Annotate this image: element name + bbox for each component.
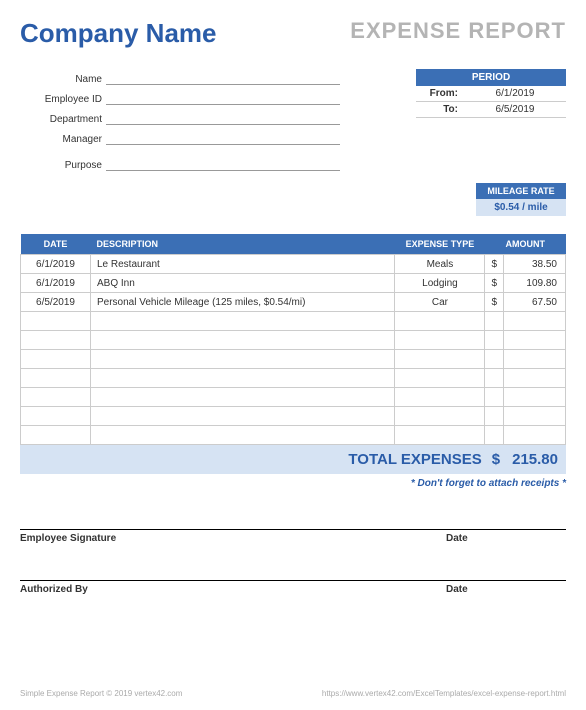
cell-type[interactable] (395, 350, 485, 369)
cell-description[interactable] (91, 426, 395, 445)
cell-amount[interactable] (504, 426, 566, 445)
cell-type[interactable]: Lodging (395, 274, 485, 293)
department-field[interactable] (106, 111, 340, 125)
cell-description[interactable] (91, 369, 395, 388)
table-row (21, 312, 566, 331)
cell-type[interactable] (395, 426, 485, 445)
period-from-label: From: (416, 88, 464, 99)
cell-currency (485, 331, 504, 350)
report-title: EXPENSE REPORT (350, 18, 566, 44)
table-row: 6/1/2019ABQ InnLodging$109.80 (21, 274, 566, 293)
period-to-value: 6/5/2019 (464, 104, 566, 115)
cell-currency (485, 388, 504, 407)
cell-description[interactable] (91, 350, 395, 369)
total-currency: $ (492, 451, 500, 468)
period-from-value: 6/1/2019 (464, 88, 566, 99)
cell-description[interactable]: Personal Vehicle Mileage (125 miles, $0.… (91, 293, 395, 312)
cell-currency: $ (485, 293, 504, 312)
cell-date[interactable] (21, 312, 91, 331)
cell-currency (485, 426, 504, 445)
name-label: Name (20, 74, 106, 85)
cell-amount[interactable] (504, 369, 566, 388)
table-row (21, 407, 566, 426)
period-to-label: To: (416, 104, 464, 115)
table-row (21, 426, 566, 445)
authorized-date-label: Date (446, 584, 566, 595)
employee-id-field[interactable] (106, 91, 340, 105)
cell-type[interactable] (395, 331, 485, 350)
cell-currency (485, 312, 504, 331)
table-row (21, 350, 566, 369)
footer-url: https://www.vertex42.com/ExcelTemplates/… (322, 689, 566, 698)
table-row (21, 331, 566, 350)
period-header: PERIOD (416, 69, 566, 86)
table-row (21, 388, 566, 407)
employee-id-label: Employee ID (20, 94, 106, 105)
purpose-field[interactable] (106, 157, 340, 171)
col-date-header: DATE (21, 234, 91, 255)
cell-type[interactable] (395, 388, 485, 407)
department-label: Department (20, 114, 106, 125)
table-row: 6/5/2019Personal Vehicle Mileage (125 mi… (21, 293, 566, 312)
company-name: Company Name (20, 18, 217, 49)
cell-amount[interactable]: 67.50 (504, 293, 566, 312)
cell-date[interactable] (21, 369, 91, 388)
col-amount-header: AMOUNT (485, 234, 566, 255)
cell-date[interactable]: 6/1/2019 (21, 274, 91, 293)
authorized-by-label: Authorized By (20, 584, 446, 595)
total-label: TOTAL EXPENSES (348, 451, 481, 468)
table-row: 6/1/2019Le RestaurantMeals$38.50 (21, 255, 566, 274)
manager-field[interactable] (106, 131, 340, 145)
cell-amount[interactable]: 109.80 (504, 274, 566, 293)
mileage-header: MILEAGE RATE (476, 183, 566, 199)
manager-label: Manager (20, 134, 106, 145)
name-field[interactable] (106, 71, 340, 85)
total-amount: 215.80 (512, 451, 558, 468)
cell-currency (485, 369, 504, 388)
cell-description[interactable] (91, 312, 395, 331)
cell-date[interactable] (21, 407, 91, 426)
footer-copyright: Simple Expense Report © 2019 vertex42.co… (20, 689, 182, 698)
cell-currency (485, 350, 504, 369)
mileage-value: $0.54 / mile (476, 199, 566, 216)
cell-description[interactable]: Le Restaurant (91, 255, 395, 274)
cell-description[interactable] (91, 388, 395, 407)
cell-currency: $ (485, 274, 504, 293)
table-row (21, 369, 566, 388)
receipts-note: * Don't forget to attach receipts * (20, 478, 566, 489)
expense-table: DATE DESCRIPTION EXPENSE TYPE AMOUNT 6/1… (20, 234, 566, 445)
cell-type[interactable] (395, 312, 485, 331)
col-desc-header: DESCRIPTION (91, 234, 395, 255)
cell-date[interactable] (21, 331, 91, 350)
cell-type[interactable]: Meals (395, 255, 485, 274)
cell-currency: $ (485, 255, 504, 274)
cell-date[interactable] (21, 426, 91, 445)
cell-type[interactable] (395, 369, 485, 388)
cell-amount[interactable] (504, 312, 566, 331)
employee-signature-label: Employee Signature (20, 533, 446, 544)
cell-date[interactable]: 6/1/2019 (21, 255, 91, 274)
employee-signature-date-label: Date (446, 533, 566, 544)
cell-description[interactable]: ABQ Inn (91, 274, 395, 293)
cell-amount[interactable] (504, 331, 566, 350)
cell-amount[interactable] (504, 407, 566, 426)
cell-amount[interactable]: 38.50 (504, 255, 566, 274)
cell-description[interactable] (91, 407, 395, 426)
cell-date[interactable] (21, 350, 91, 369)
cell-date[interactable] (21, 388, 91, 407)
cell-currency (485, 407, 504, 426)
cell-type[interactable]: Car (395, 293, 485, 312)
cell-date[interactable]: 6/5/2019 (21, 293, 91, 312)
total-row: TOTAL EXPENSES $ 215.80 (20, 445, 566, 474)
col-type-header: EXPENSE TYPE (395, 234, 485, 255)
purpose-label: Purpose (20, 160, 106, 171)
cell-type[interactable] (395, 407, 485, 426)
cell-description[interactable] (91, 331, 395, 350)
cell-amount[interactable] (504, 350, 566, 369)
cell-amount[interactable] (504, 388, 566, 407)
